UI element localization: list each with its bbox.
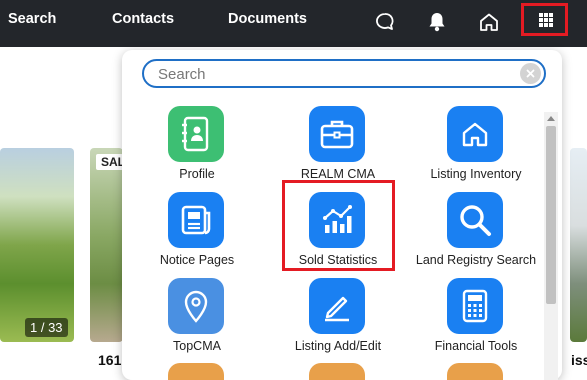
app-label: REALM CMA (300, 167, 376, 181)
photo-counter: 1 / 33 (25, 318, 68, 337)
clear-search-icon[interactable] (520, 63, 541, 84)
app-tile-partial[interactable] (309, 363, 365, 380)
app-tile-listing-add-edit[interactable]: Listing Add/Edit (263, 278, 413, 360)
map-pin-icon (168, 278, 224, 334)
nav-search-link[interactable]: Search (8, 11, 56, 27)
app-tile-partial[interactable] (168, 363, 224, 380)
app-label: Financial Tools (434, 339, 518, 353)
app-tile-profile[interactable]: Profile (122, 106, 272, 188)
pencil-icon (309, 278, 365, 334)
magnifier-icon (447, 192, 503, 248)
app-tile-topcma[interactable]: TopCMA (122, 278, 272, 360)
listing-photo[interactable] (0, 148, 74, 342)
app-tile-partial[interactable] (447, 363, 503, 380)
nav-contacts-link[interactable]: Contacts (112, 11, 174, 27)
sold-statistics-highlight (282, 180, 395, 271)
app-tile-financial-tools[interactable]: Financial Tools (401, 278, 551, 360)
briefcase-icon (309, 106, 365, 162)
app-label: Land Registry Search (415, 253, 537, 267)
newspaper-icon (168, 192, 224, 248)
top-nav-bar: Search Contacts Documents (0, 0, 587, 47)
apps-launcher-button[interactable] (521, 3, 568, 36)
app-tile-land-registry-search[interactable]: Land Registry Search (401, 192, 551, 274)
app-tile-realm-cma[interactable]: REALM CMA (263, 106, 413, 188)
listing-address[interactable]: iss (571, 352, 587, 368)
launcher-search-box (142, 59, 546, 88)
launcher-search-input[interactable] (156, 64, 510, 85)
chat-icon[interactable] (373, 10, 397, 34)
apps-grid-icon (539, 13, 553, 27)
calculator-icon (447, 278, 503, 334)
listing-photo[interactable] (570, 148, 587, 342)
home-icon[interactable] (477, 10, 501, 34)
app-launcher-panel: Profile REALM CMA Listing Inventory (122, 50, 562, 380)
app-label: Notice Pages (159, 253, 235, 267)
listing-photo[interactable] (90, 148, 123, 342)
contact-book-icon (168, 106, 224, 162)
app-label: Listing Inventory (430, 167, 522, 181)
app-label: Listing Add/Edit (294, 339, 382, 353)
nav-documents-link[interactable]: Documents (228, 11, 307, 27)
app-label: Profile (179, 167, 215, 181)
listing-address[interactable]: 161 (98, 352, 121, 368)
bell-icon[interactable] (425, 10, 449, 34)
app-label: TopCMA (173, 339, 221, 353)
app-tile-notice-pages[interactable]: Notice Pages (122, 192, 272, 274)
house-icon (447, 106, 503, 162)
app-tile-listing-inventory[interactable]: Listing Inventory (401, 106, 551, 188)
